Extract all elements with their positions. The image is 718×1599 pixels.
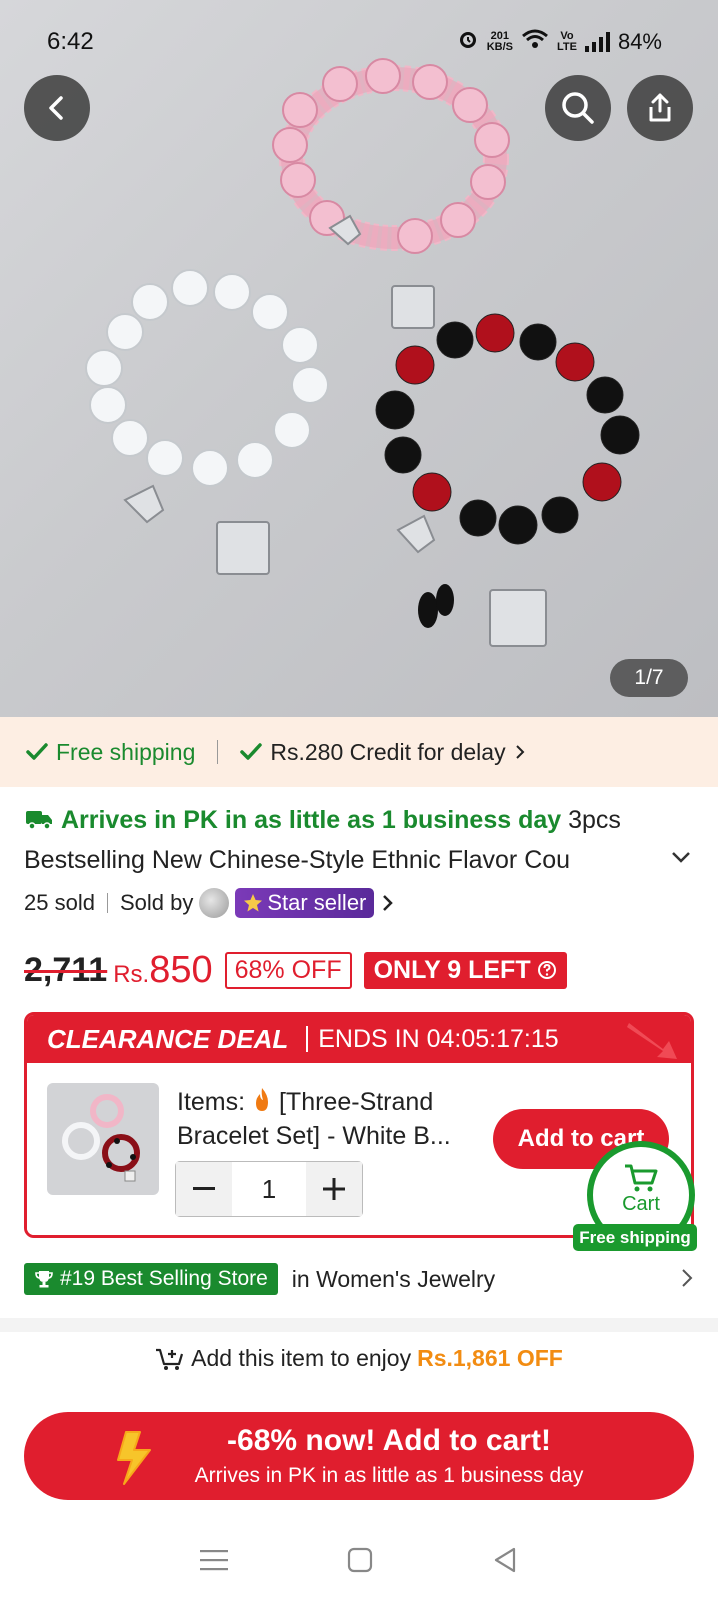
share-icon: [649, 93, 671, 122]
section-separator: [0, 1318, 718, 1332]
search-icon: [562, 92, 594, 124]
divider: [217, 740, 219, 764]
cart-icon: [625, 1164, 658, 1191]
cart-floating-button[interactable]: Cart Free shipping: [573, 1141, 697, 1251]
home-icon[interactable]: [347, 1547, 373, 1573]
sold-count: 25 sold: [24, 890, 95, 915]
quantity-value[interactable]: 1: [232, 1162, 306, 1216]
delay-credit-link[interactable]: Rs.280 Credit for delay: [240, 739, 525, 766]
plus-icon: [323, 1178, 345, 1200]
arrives-text: Arrives in PK in as little as 1 business…: [60, 806, 562, 834]
wifi-icon: [521, 28, 549, 56]
system-nav-bar: [0, 1520, 718, 1599]
check-icon: [26, 743, 48, 760]
minus-icon: [193, 1187, 215, 1190]
discount-badge: 68% OFF: [224, 951, 352, 989]
star-seller-badge[interactable]: Star seller: [235, 888, 375, 918]
promo-amount: Rs.1,861 OFF: [417, 1345, 563, 1371]
chevron-right-icon: [682, 1269, 693, 1287]
chevron-right-icon: [515, 745, 525, 759]
promo-text: Add this item to enjoy: [191, 1345, 412, 1371]
cta-subtitle: Arrives in PK in as little as 1 business…: [194, 1464, 584, 1487]
search-button[interactable]: [545, 75, 611, 141]
help-icon: [537, 961, 556, 979]
product-image-gallery[interactable]: 6:42 201 KB/S Vo LTE 84% 1/7: [0, 0, 718, 717]
seller-avatar[interactable]: [199, 888, 230, 918]
back-nav-icon[interactable]: [492, 1546, 518, 1574]
volte-icon: Vo LTE: [556, 30, 577, 53]
item-name: Items: [Three-Strand Bracelet Set] - Whi…: [177, 1088, 451, 1150]
shipping-banner[interactable]: Free shipping Rs.280 Credit for delay: [0, 717, 718, 787]
best-store-badge: #19 Best Selling Store: [24, 1263, 278, 1295]
cart-label: Cart: [622, 1192, 660, 1215]
alarm-icon: [457, 28, 479, 56]
chevron-right-icon[interactable]: [380, 893, 396, 913]
current-price: Rs. 850: [113, 948, 213, 991]
battery-level: 84%: [617, 29, 662, 54]
back-icon: [49, 96, 63, 120]
cart-add-icon: [156, 1348, 184, 1370]
promo-line: Add this item to enjoy Rs.1,861 OFF: [0, 1345, 718, 1372]
trophy-icon: [35, 1271, 53, 1288]
free-shipping-tag: Free shipping: [573, 1224, 697, 1251]
cta-title: -68% now! Add to cart!: [227, 1424, 551, 1457]
menu-icon[interactable]: [199, 1548, 228, 1572]
signal-icon: [584, 32, 610, 52]
fire-icon: [256, 1088, 269, 1111]
share-button[interactable]: [627, 75, 693, 141]
clearance-label: CLEARANCE DEAL: [47, 1023, 289, 1054]
price-row: 2,711 Rs. 850 68% OFF ONLY 9 LEFT: [24, 945, 567, 995]
product-title: Arrives in PK in as little as 1 business…: [24, 800, 684, 880]
divider: [306, 1026, 309, 1052]
increase-button[interactable]: [306, 1162, 362, 1216]
network-speed: 201 KB/S: [486, 30, 513, 53]
add-to-cart-cta[interactable]: -68% now! Add to cart! Arrives in PK in …: [24, 1412, 694, 1500]
status-time: 6:42: [47, 28, 94, 55]
status-icons: 201 KB/S Vo LTE 84%: [457, 28, 662, 56]
expand-title-button[interactable]: [670, 850, 692, 869]
original-price: 2,711: [24, 950, 108, 989]
divider: [106, 893, 108, 913]
bracelet-thumbnail-image: [62, 1094, 140, 1182]
arrow-decoration-icon: [627, 1023, 677, 1059]
store-category: in Women's Jewelry: [291, 1265, 496, 1292]
title-line-2: Bestselling New Chinese-Style Ethnic Fla…: [24, 846, 571, 874]
quantity-stepper: 1: [175, 1161, 363, 1217]
stock-badge[interactable]: ONLY 9 LEFT: [363, 951, 567, 989]
clearance-header: CLEARANCE DEAL ENDS IN 04:05:17:15: [27, 1015, 691, 1063]
chevron-down-icon: [672, 852, 690, 863]
countdown: ENDS IN 04:05:17:15: [318, 1024, 559, 1053]
back-button[interactable]: [24, 75, 90, 141]
delivery-truck-icon: [26, 811, 52, 830]
title-start: 3pcs: [568, 806, 621, 834]
free-shipping-item: Free shipping: [26, 739, 195, 766]
store-ranking-row[interactable]: #19 Best Selling Store in Women's Jewelr…: [24, 1260, 694, 1298]
decrease-button[interactable]: [176, 1162, 232, 1216]
item-thumbnail[interactable]: [47, 1083, 159, 1195]
sold-by-label: Sold by: [119, 890, 194, 915]
image-counter: 1/7: [610, 659, 688, 697]
check-icon: [240, 743, 263, 760]
star-icon: [244, 894, 263, 912]
seller-info-row: 25 sold Sold by Star seller: [24, 885, 396, 921]
status-bar: 6:42 201 KB/S Vo LTE 84%: [0, 24, 718, 60]
